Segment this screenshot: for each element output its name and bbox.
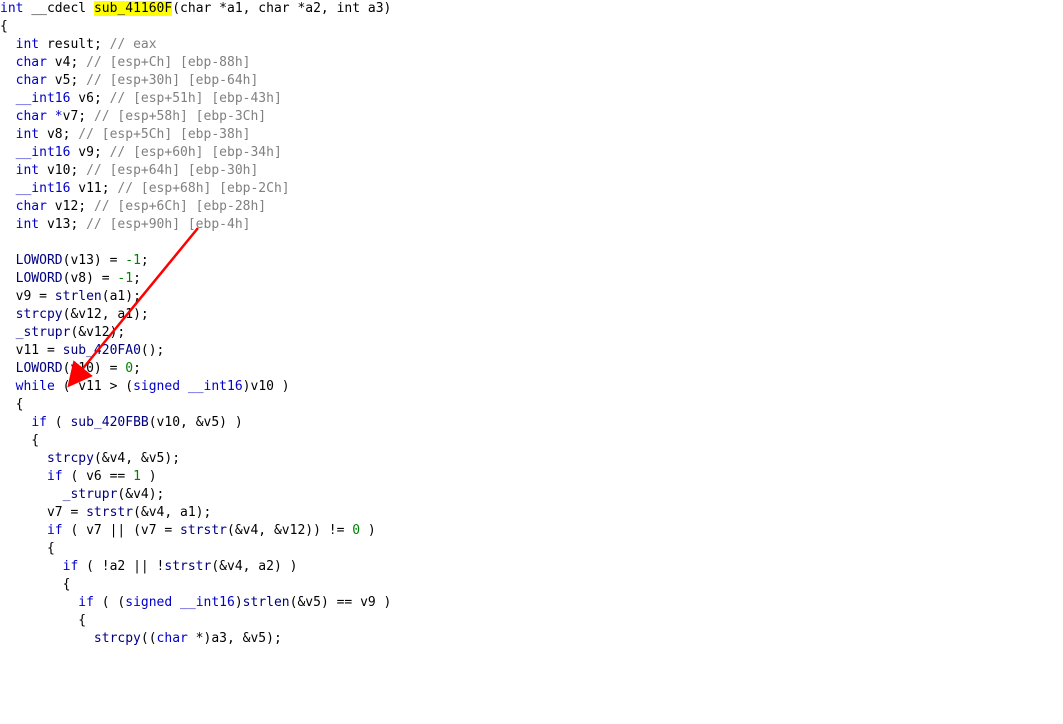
func-signature: int __cdecl sub_41160F(char *a1, char *a… (0, 1, 391, 16)
decompiled-code: int __cdecl sub_41160F(char *a1, char *a… (0, 0, 1063, 648)
highlighted-func-name: sub_41160F (94, 1, 172, 16)
